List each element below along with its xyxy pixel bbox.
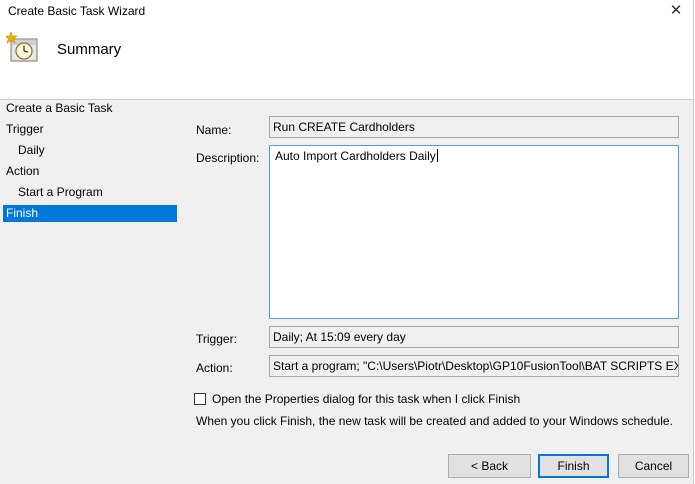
- open-properties-label[interactable]: Open the Properties dialog for this task…: [212, 392, 520, 406]
- name-field[interactable]: Run CREATE Cardholders: [269, 116, 679, 138]
- name-label: Name:: [196, 123, 232, 137]
- description-textarea[interactable]: Auto Import Cardholders Daily: [269, 145, 679, 319]
- open-properties-checkbox[interactable]: [194, 393, 206, 405]
- nav-item-daily[interactable]: Daily: [18, 142, 45, 159]
- nav-item-create-basic-task[interactable]: Create a Basic Task: [6, 100, 113, 117]
- trigger-label: Trigger:: [196, 332, 237, 346]
- title-bar: Create Basic Task Wizard ✕: [0, 0, 695, 24]
- page-title: Summary: [57, 41, 122, 58]
- trigger-field[interactable]: Daily; At 15:09 every day: [269, 326, 679, 348]
- action-field[interactable]: Start a program; "C:\Users\Piotr\Desktop…: [269, 355, 679, 377]
- action-label: Action:: [196, 361, 233, 375]
- description-label: Description:: [196, 151, 260, 165]
- nav-item-finish[interactable]: Finish: [3, 205, 177, 222]
- cancel-button[interactable]: Cancel: [618, 454, 689, 478]
- description-text: Auto Import Cardholders Daily: [275, 149, 436, 163]
- finish-note: When you click Finish, the new task will…: [196, 414, 673, 428]
- nav-item-start-a-program[interactable]: Start a Program: [18, 184, 103, 201]
- wizard-header: Summary: [0, 24, 693, 100]
- window-title: Create Basic Task Wizard: [8, 4, 146, 18]
- finish-button[interactable]: Finish: [538, 454, 609, 478]
- task-scheduler-clock-icon: [6, 32, 38, 62]
- window-right-border: [693, 0, 694, 484]
- back-button[interactable]: < Back: [448, 454, 531, 478]
- close-icon[interactable]: ✕: [663, 0, 689, 22]
- nav-item-trigger[interactable]: Trigger: [6, 121, 44, 138]
- text-caret: [436, 149, 438, 162]
- nav-item-action[interactable]: Action: [6, 163, 39, 180]
